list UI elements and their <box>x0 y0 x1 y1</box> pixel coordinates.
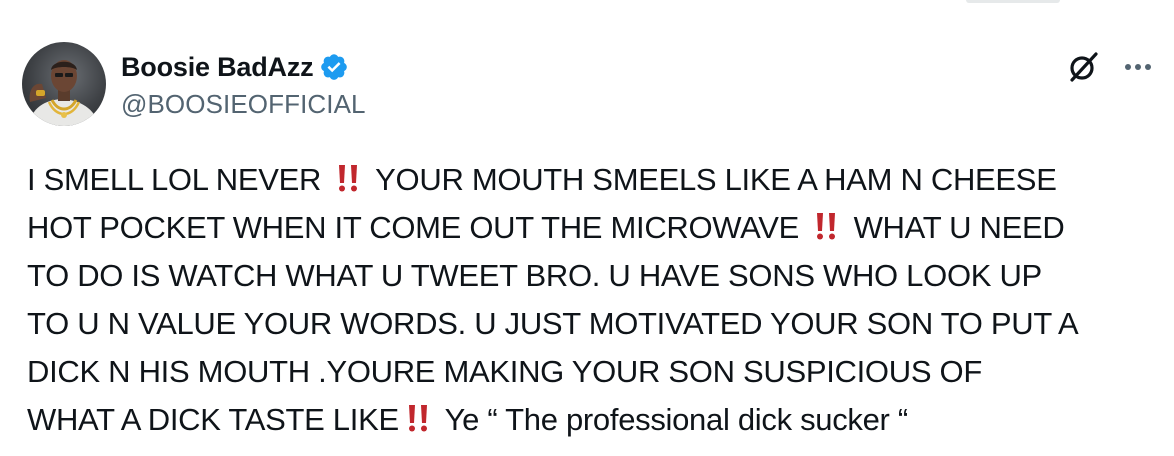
tweet-text-line: I SMELL LOL NEVER YOUR MOUTH SMEELS LIKE… <box>27 156 1157 204</box>
tweet-text-line: TO U N VALUE YOUR WORDS. U JUST MOTIVATE… <box>27 300 1157 348</box>
tweet-text-line: TO DO IS WATCH WHAT U TWEET BRO. U HAVE … <box>27 252 1157 300</box>
tweet-text-segment: I SMELL LOL NEVER <box>27 162 330 197</box>
double-exclamation-icon <box>817 213 836 240</box>
tweet-text-segment: DICK N HIS MOUTH .YOURE MAKING YOUR SON … <box>27 354 982 389</box>
tweet: Boosie BadAzz @BOOSIEOFFICIAL I SMELL LO… <box>0 0 1174 456</box>
tweet-text-segment: Ye “ The professional dick sucker “ <box>436 402 909 437</box>
tweet-text-line: WHAT A DICK TASTE LIKE Ye “ The professi… <box>27 396 1157 444</box>
tweet-text-segment: HOT POCKET WHEN IT COME OUT THE MICROWAV… <box>27 210 808 245</box>
more-icon[interactable] <box>1120 50 1156 84</box>
display-name[interactable]: Boosie BadAzz <box>121 52 314 83</box>
tweet-text-segment: TO U N VALUE YOUR WORDS. U JUST MOTIVATE… <box>27 306 1079 341</box>
double-exclamation-icon <box>339 165 358 192</box>
author-name-row[interactable]: Boosie BadAzz <box>121 50 349 84</box>
tweet-text-segment: YOUR MOUTH SMEELS LIKE A HAM N CHEESE <box>367 162 1057 197</box>
verified-badge-icon <box>321 54 348 80</box>
tweet-text-segment: TO DO IS WATCH WHAT U TWEET BRO. U HAVE … <box>27 258 1042 293</box>
tweet-text-line: DICK N HIS MOUTH .YOURE MAKING YOUR SON … <box>27 348 1157 396</box>
tweet-text-segment: WHAT A DICK TASTE LIKE <box>27 402 399 437</box>
author-handle[interactable]: @BOOSIEOFFICIAL <box>121 89 366 120</box>
grok-icon[interactable] <box>1066 50 1100 84</box>
tweet-text-line: HOT POCKET WHEN IT COME OUT THE MICROWAV… <box>27 204 1157 252</box>
double-exclamation-icon <box>408 405 427 432</box>
tweet-text-segment: WHAT U NEED <box>845 210 1065 245</box>
tweet-text: I SMELL LOL NEVER YOUR MOUTH SMEELS LIKE… <box>27 156 1157 444</box>
avatar-image <box>28 60 100 126</box>
avatar[interactable] <box>22 42 106 126</box>
